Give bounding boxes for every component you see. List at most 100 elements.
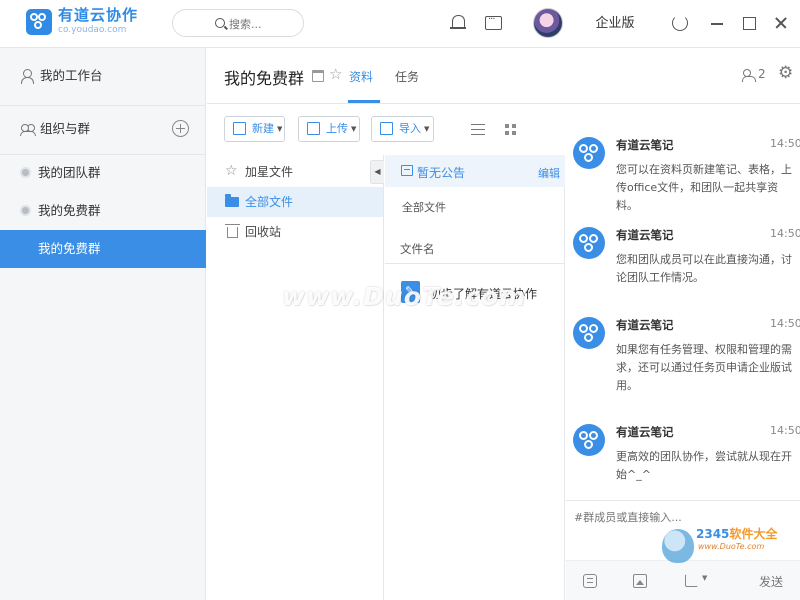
message-text: 您可以在资料页新建笔记、表格，上传office文件，和团队一起共享资料。 bbox=[616, 163, 792, 212]
emoji-icon[interactable] bbox=[583, 574, 597, 588]
message-sender: 有道云笔记 bbox=[616, 318, 674, 332]
import-button-label: 导入 bbox=[399, 122, 421, 135]
divider bbox=[0, 105, 206, 106]
breadcrumb[interactable]: 全部文件 bbox=[402, 199, 446, 215]
bot-avatar bbox=[573, 137, 605, 169]
import-icon bbox=[380, 122, 393, 135]
new-button-label: 新建 bbox=[252, 122, 274, 135]
bot-avatar bbox=[573, 424, 605, 456]
upload-button[interactable]: 上传 ▼ bbox=[298, 116, 360, 142]
folder-starred[interactable]: ☆ 加星文件 bbox=[207, 157, 383, 187]
bell-icon[interactable] bbox=[449, 14, 467, 32]
column-header-filename[interactable]: 文件名 bbox=[400, 241, 435, 257]
chat-input-area[interactable] bbox=[566, 500, 800, 560]
trash-icon bbox=[225, 224, 240, 238]
enterprise-button[interactable]: 企业版 bbox=[584, 10, 646, 38]
divider bbox=[385, 263, 565, 264]
star-icon: ☆ bbox=[225, 163, 238, 179]
app-name: 有道云协作 bbox=[58, 6, 139, 24]
chevron-down-icon[interactable]: ▼ bbox=[702, 574, 707, 582]
maximize-icon[interactable] bbox=[741, 15, 757, 31]
app-logo-icon bbox=[26, 8, 52, 35]
message-text: 如果您有任务管理、权限和管理的需求，还可以通过任务页申请企业版试用。 bbox=[616, 343, 792, 392]
refresh-icon[interactable] bbox=[672, 15, 688, 31]
close-icon[interactable] bbox=[773, 15, 789, 31]
chat-input[interactable] bbox=[574, 509, 794, 549]
members-icon[interactable] bbox=[742, 69, 756, 82]
edit-notice-link[interactable]: 编辑 bbox=[538, 165, 560, 181]
sidebar-item-free-group[interactable]: 我的免费群 bbox=[0, 193, 206, 229]
person-icon bbox=[20, 69, 34, 84]
folder-label: 回收站 bbox=[245, 225, 282, 239]
group-avatar-icon bbox=[20, 205, 31, 216]
star-icon[interactable]: ☆ bbox=[329, 65, 342, 83]
notice-icon bbox=[401, 165, 413, 176]
chat-icon[interactable] bbox=[484, 14, 502, 32]
sidebar-item-workspace[interactable]: 我的工作台 bbox=[0, 58, 206, 94]
file-toolbar: 新建 ▼ 上传 ▼ 导入 ▼ bbox=[207, 105, 565, 153]
message-time: 14:50 bbox=[770, 137, 800, 150]
tab-tasks[interactable]: 任务 bbox=[395, 68, 419, 85]
sidebar-item-team-group[interactable]: 我的团队群 bbox=[0, 155, 206, 191]
message-time: 14:50 bbox=[770, 317, 800, 330]
sidebar-item-label: 我的工作台 bbox=[40, 68, 103, 83]
message-sender: 有道云笔记 bbox=[616, 425, 674, 439]
sidebar: 我的工作台 组织与群 我的团队群 我的免费群 我的免费群 bbox=[0, 48, 206, 600]
search-box[interactable] bbox=[172, 9, 304, 37]
upload-button-label: 上传 bbox=[326, 122, 348, 135]
screenshot-icon[interactable] bbox=[685, 574, 698, 587]
message-text: 您和团队成员可以在此直接沟通，讨论团队工作情况。 bbox=[616, 253, 792, 284]
chevron-down-icon: ▼ bbox=[351, 125, 357, 133]
add-group-icon[interactable] bbox=[172, 120, 189, 137]
active-tab-indicator bbox=[348, 100, 380, 103]
files-panel: 暂无公告 编辑 全部文件 文件名 初步了解有道云协作 bbox=[385, 155, 565, 600]
chat-panel: 有道云笔记 14:50 您可以在资料页新建笔记、表格，上传office文件，和团… bbox=[566, 105, 800, 600]
minimize-icon[interactable] bbox=[709, 15, 725, 31]
bot-avatar bbox=[573, 317, 605, 349]
message-time: 14:50 bbox=[770, 424, 800, 437]
group-avatar-icon bbox=[20, 167, 31, 178]
group-title: 我的免费群 bbox=[224, 69, 305, 88]
folder-label: 全部文件 bbox=[245, 195, 294, 209]
message-time: 14:50 bbox=[770, 227, 800, 240]
folder-label: 加星文件 bbox=[245, 165, 294, 179]
import-button[interactable]: 导入 ▼ bbox=[371, 116, 434, 142]
file-row[interactable]: 初步了解有道云协作 bbox=[385, 273, 565, 309]
search-input[interactable] bbox=[229, 16, 299, 32]
member-count[interactable]: 2 bbox=[758, 67, 766, 81]
sidebar-item-label: 我的免费群 bbox=[38, 241, 101, 256]
notice-text: 暂无公告 bbox=[417, 166, 466, 180]
gear-icon[interactable]: ⚙ bbox=[778, 65, 793, 82]
folder-all-files[interactable]: 全部文件 bbox=[207, 187, 383, 217]
calendar-icon[interactable] bbox=[312, 70, 324, 82]
group-header: 我的免费群 ☆ 资料 任务 2 ⚙ bbox=[207, 48, 800, 104]
sidebar-item-free-group-active[interactable]: 我的免费群 bbox=[0, 230, 206, 268]
bot-avatar bbox=[573, 227, 605, 259]
upload-icon bbox=[307, 122, 320, 135]
group-icon bbox=[20, 122, 36, 136]
app-logo[interactable]: 有道云协作 co.youdao.com bbox=[26, 8, 138, 35]
tab-files[interactable]: 资料 bbox=[349, 68, 373, 85]
chat-toolbar: ▼ 发送 bbox=[566, 560, 800, 600]
search-icon bbox=[215, 18, 225, 28]
image-icon[interactable] bbox=[633, 574, 647, 588]
collapse-panel-button[interactable]: ◀ bbox=[370, 160, 384, 184]
sidebar-item-label: 组织与群 bbox=[40, 121, 91, 136]
top-bar: 有道云协作 co.youdao.com 企业版 bbox=[0, 0, 800, 48]
folder-icon bbox=[225, 194, 239, 207]
note-file-icon bbox=[401, 281, 420, 303]
app-domain: co.youdao.com bbox=[58, 25, 127, 35]
message-sender: 有道云笔记 bbox=[616, 138, 674, 152]
notice-bar: 暂无公告 编辑 bbox=[385, 155, 565, 187]
folder-recycle-bin[interactable]: 回收站 bbox=[207, 217, 383, 247]
folder-panel: ☆ 加星文件 全部文件 回收站 bbox=[207, 155, 384, 600]
message-sender: 有道云笔记 bbox=[616, 228, 674, 242]
new-button[interactable]: 新建 ▼ bbox=[224, 116, 285, 142]
chevron-down-icon: ▼ bbox=[277, 125, 283, 133]
grid-view-icon[interactable] bbox=[505, 124, 516, 135]
user-avatar[interactable] bbox=[533, 8, 563, 38]
chevron-down-icon: ▼ bbox=[424, 125, 430, 133]
list-view-icon[interactable] bbox=[471, 124, 485, 135]
send-button[interactable]: 发送 bbox=[748, 570, 794, 594]
sidebar-item-label: 我的免费群 bbox=[38, 203, 101, 218]
